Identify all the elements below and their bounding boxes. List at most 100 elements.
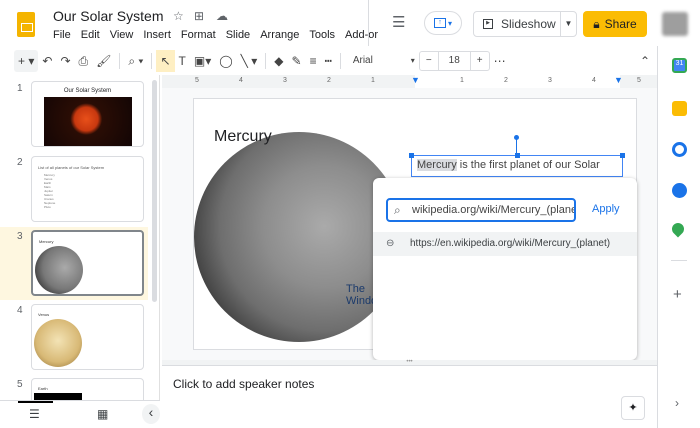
- share-button[interactable]: 🔒︎ Share: [583, 11, 647, 37]
- play-icon: ▶: [483, 19, 493, 29]
- comment-history-icon[interactable]: ☰: [392, 13, 405, 31]
- move-folder-icon[interactable]: ⊞: [194, 9, 204, 23]
- select-icon[interactable]: ↖: [156, 50, 175, 72]
- font-size-input[interactable]: 18: [437, 52, 471, 70]
- new-slide-button[interactable]: + ▾: [14, 50, 39, 72]
- collapse-filmstrip-icon[interactable]: ‹: [142, 404, 160, 424]
- line-icon[interactable]: ╲ ▾: [237, 50, 262, 72]
- more-icon[interactable]: ⋯: [490, 50, 510, 72]
- menu-edit[interactable]: Edit: [81, 29, 100, 41]
- cloud-status-icon[interactable]: ☁: [216, 9, 228, 23]
- redo-icon[interactable]: ↷: [56, 50, 74, 72]
- ruler-tick: 2: [504, 77, 508, 84]
- calendar-icon[interactable]: 31: [672, 58, 687, 73]
- ruler-text-area: [415, 75, 620, 88]
- link-suggestion[interactable]: ⊖ https://en.wikipedia.org/wiki/Mercury_(…: [373, 232, 637, 256]
- mercury-image: [35, 246, 83, 294]
- menu-view[interactable]: View: [110, 29, 134, 41]
- selected-text: Mercury: [417, 159, 457, 171]
- ruler-tick: 1: [460, 77, 464, 84]
- speaker-notes[interactable]: Click to add speaker notes ✦: [162, 365, 657, 428]
- explore-icon[interactable]: ✦: [621, 396, 645, 420]
- filmstrip-footer: ☰ ▦ ‹: [0, 400, 160, 428]
- slideshow-label: Slideshow: [501, 17, 556, 31]
- resize-handle[interactable]: [409, 153, 414, 158]
- contacts-icon[interactable]: [672, 183, 687, 198]
- menu-bar: File Edit View Insert Format Slide Arran…: [53, 29, 378, 41]
- shape-icon[interactable]: ◯: [215, 50, 236, 72]
- menu-insert[interactable]: Insert: [143, 29, 171, 41]
- menu-tools[interactable]: Tools: [309, 29, 335, 41]
- apply-button[interactable]: Apply: [592, 203, 620, 215]
- slide-thumbnail-1[interactable]: Our Solar System: [31, 81, 144, 147]
- expand-panel-icon[interactable]: ›: [675, 396, 679, 410]
- ruler-tick: 2: [327, 77, 331, 84]
- resize-handle[interactable]: [620, 153, 625, 158]
- slideshow-dropdown[interactable]: ▼: [560, 12, 576, 36]
- text-box-icon[interactable]: T: [175, 50, 190, 72]
- border-dash-icon[interactable]: ┅: [321, 50, 336, 72]
- divider: [151, 53, 153, 69]
- border-color-icon[interactable]: ✎: [288, 50, 306, 72]
- star-icon[interactable]: ☆: [173, 9, 184, 23]
- suggestion-url: https://en.wikipedia.org/wiki/Mercury_(p…: [410, 238, 611, 249]
- slide-thumbnail-5[interactable]: Earth: [31, 378, 144, 400]
- decrease-font-button[interactable]: −: [420, 52, 438, 70]
- keep-icon[interactable]: [672, 101, 687, 116]
- divider: [671, 260, 687, 261]
- font-value: Arial: [352, 55, 373, 66]
- divider: [265, 53, 267, 69]
- menu-file[interactable]: File: [53, 29, 71, 41]
- lock-icon: 🔒︎: [593, 16, 600, 31]
- slide-title[interactable]: Mercury: [214, 128, 272, 146]
- collapse-toolbar-icon[interactable]: ⌃: [636, 50, 654, 72]
- border-weight-icon[interactable]: ≡: [306, 50, 321, 72]
- slides-logo-icon[interactable]: [17, 12, 35, 37]
- body-text-box[interactable]: Mercury is the first planet of our Solar: [409, 153, 625, 177]
- ruler-tick: 3: [283, 77, 287, 84]
- grid-view-icon[interactable]: ▦: [97, 407, 108, 421]
- image-icon[interactable]: ▣▾: [190, 50, 215, 72]
- horizontal-ruler[interactable]: 5 4 3 2 1 1 2 3 4 5 ▼ ▼: [162, 75, 657, 88]
- add-addon-icon[interactable]: +: [673, 286, 682, 303]
- ruler-tick: 4: [592, 77, 596, 84]
- increase-font-button[interactable]: +: [471, 52, 489, 70]
- ruler-tick: 1: [371, 77, 375, 84]
- undo-icon[interactable]: ↶: [38, 50, 56, 72]
- slideshow-button[interactable]: ▶ Slideshow ▼: [473, 11, 577, 37]
- fill-color-icon[interactable]: ◆: [270, 50, 287, 72]
- menu-addons[interactable]: Add-or: [345, 29, 378, 41]
- slide-number: 4: [17, 305, 23, 316]
- print-icon[interactable]: ⎙: [75, 50, 93, 72]
- left-indent-handle[interactable]: ▼: [411, 75, 420, 85]
- share-label: Share: [604, 17, 637, 31]
- slide-thumbnail-3[interactable]: Mercury: [31, 230, 144, 296]
- slide-number: 5: [17, 379, 23, 390]
- present-to-meeting-button[interactable]: ↑ ▾: [424, 11, 462, 35]
- menu-format[interactable]: Format: [181, 29, 216, 41]
- menu-slide[interactable]: Slide: [226, 29, 250, 41]
- avatar[interactable]: [662, 12, 688, 36]
- zoom-icon[interactable]: ⌕ ▾: [124, 50, 147, 72]
- maps-icon[interactable]: [669, 220, 687, 238]
- filmstrip-scrollbar[interactable]: [152, 80, 157, 302]
- font-size-stepper[interactable]: −18 +: [418, 51, 490, 71]
- divider: [119, 53, 121, 69]
- paint-format-icon[interactable]: 🖌︎: [92, 50, 115, 72]
- filmstrip-view-icon[interactable]: ☰: [29, 407, 40, 421]
- font-select[interactable]: Arial ▾: [345, 50, 419, 72]
- slide-thumbnail-2[interactable]: List of all planets of our Solar System …: [31, 156, 144, 222]
- thumb-list: Mercury Venus Earth Mars Jupiter Saturn Uranus…: [44, 173, 143, 209]
- link-icon: ⊖: [386, 238, 395, 249]
- link-input[interactable]: ⌕ wikipedia.org/wiki/Mercury_(planet): [386, 198, 576, 222]
- thumb-title: Venus: [38, 312, 50, 317]
- resize-handle[interactable]: [515, 153, 520, 158]
- rotate-handle[interactable]: [514, 135, 519, 140]
- document-title[interactable]: Our Solar System: [53, 8, 163, 24]
- toolbar: + ▾ ↶ ↷ ⎙ 🖌︎ ⌕ ▾ ↖ T ▣▾ ◯ ╲ ▾ ◆ ✎ ≡ ┅ Ar…: [14, 48, 654, 74]
- slide-thumbnail-4[interactable]: Venus: [31, 304, 144, 370]
- right-indent-handle[interactable]: ▼: [614, 75, 623, 85]
- tasks-icon[interactable]: [672, 142, 687, 157]
- ruler-tick: 5: [195, 77, 199, 84]
- menu-arrange[interactable]: Arrange: [260, 29, 299, 41]
